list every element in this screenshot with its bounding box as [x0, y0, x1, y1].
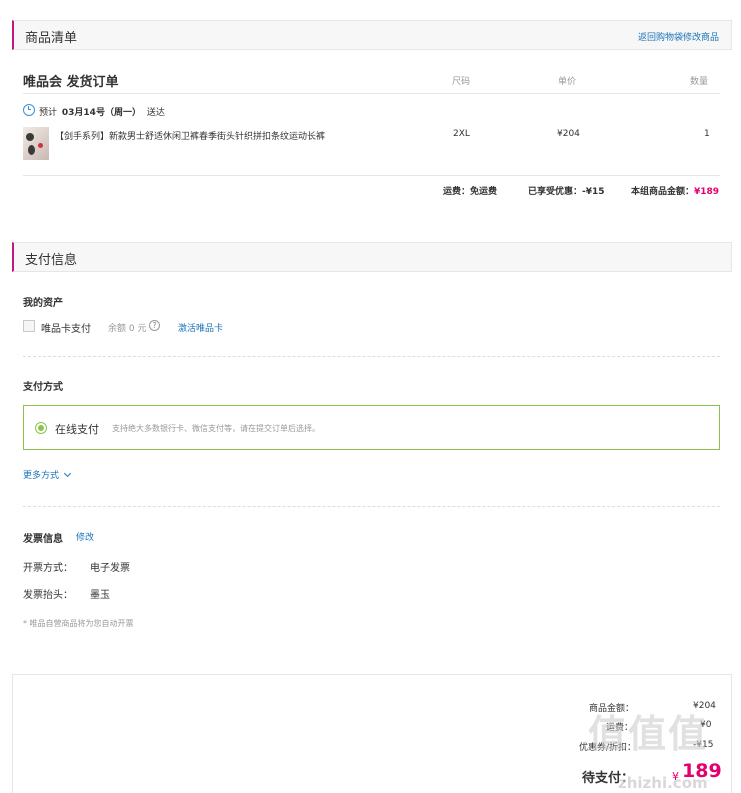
column-quantity: 数量 [690, 77, 709, 87]
back-to-cart-link[interactable]: 返回购物袋修改商品 [638, 30, 719, 43]
delivery-estimate: 预计 03月14号（周一） 送达 [39, 105, 165, 118]
discount-value: -¥15 [582, 187, 605, 197]
product-price: ¥204 [557, 129, 580, 139]
clock-icon [23, 104, 35, 116]
dashed-divider [23, 356, 720, 357]
goods-amount-label: 本组商品金额： [631, 187, 695, 197]
discount-total: 已享受优惠：-¥15 [528, 184, 605, 197]
goods-amount-value: ¥189 [694, 187, 720, 197]
watermark-url: zhizhi.com [618, 774, 708, 792]
product-name[interactable]: 【剑手系列】新款男士舒适休闲卫裤春季街头针织拼扣条纹运动长裤 [55, 129, 325, 142]
chevron-down-icon [63, 469, 71, 478]
divider [23, 93, 720, 94]
payment-section-header: 支付信息 [12, 242, 732, 272]
delivery-date: 03月14号（周一） [61, 108, 141, 118]
dashed-divider [23, 506, 720, 507]
shipping-value: 免运费 [470, 187, 498, 197]
vip-card-checkbox[interactable] [23, 320, 35, 332]
question-mark-icon[interactable]: ? [149, 320, 160, 331]
delivery-suffix: 送达 [146, 108, 165, 118]
product-quantity: 1 [704, 129, 710, 139]
goods-amount-total: 本组商品金额：¥189 [631, 184, 719, 197]
online-payment-desc: 支持绝大多数银行卡、微信支付等，请在提交订单后选择。 [112, 424, 320, 433]
vip-card-label[interactable]: 唯品卡支付 [41, 320, 91, 335]
watermark-logo: 值值值 [588, 712, 709, 756]
assets-heading: 我的资产 [23, 298, 63, 309]
online-payment-option[interactable]: 在线支付 支持绝大多数银行卡、微信支付等，请在提交订单后选择。 [23, 405, 720, 450]
invoice-header-label: 发票抬头： [23, 590, 73, 601]
payment-section-title: 支付信息 [25, 253, 78, 268]
pay-method-heading: 支付方式 [23, 382, 63, 393]
invoice-type-label: 开票方式： [23, 563, 73, 574]
more-methods-label: 更多方式 [23, 471, 60, 481]
online-payment-radio[interactable] [35, 422, 47, 434]
more-methods-link[interactable]: 更多方式 [23, 468, 71, 481]
order-store-title: 唯品会 发货订单 [23, 75, 119, 90]
card-balance: 余额 0 元 [108, 324, 147, 334]
invoice-header-value: 墨玉 [90, 590, 110, 601]
shipping-label: 运费： [443, 187, 471, 197]
column-unit-price: 单价 [558, 77, 577, 87]
goods-section-header: 商品清单 返回购物袋修改商品 [12, 20, 732, 50]
product-size: 2XL [453, 129, 470, 139]
invoice-edit-link[interactable]: 修改 [76, 530, 94, 543]
invoice-type-value: 电子发票 [90, 563, 130, 574]
discount-label: 已享受优惠： [528, 187, 583, 197]
invoice-note: * 唯品自营商品将为您自动开票 [23, 619, 134, 628]
invoice-heading: 发票信息 [23, 534, 63, 545]
online-payment-label: 在线支付 [55, 423, 99, 436]
activate-card-link[interactable]: 激活唯品卡 [178, 321, 223, 334]
divider [23, 175, 720, 176]
delivery-prefix: 预计 [39, 108, 58, 118]
product-thumbnail[interactable] [23, 127, 49, 160]
column-size: 尺码 [452, 77, 471, 87]
goods-section-title: 商品清单 [25, 31, 78, 46]
shipping-total: 运费：免运费 [443, 184, 497, 197]
